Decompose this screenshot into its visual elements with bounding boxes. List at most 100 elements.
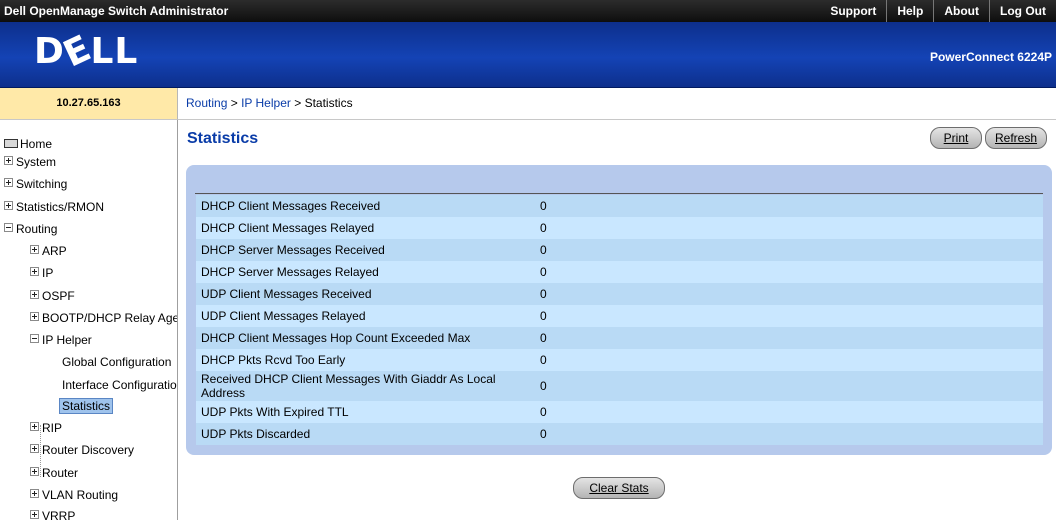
logout-link[interactable]: Log Out [989,0,1056,22]
expand-icon[interactable] [4,156,13,166]
about-link[interactable]: About [933,0,989,22]
table-row: DHCP Server Messages Relayed 0 [196,261,1043,283]
table-row: UDP Client Messages Received 0 [196,283,1043,305]
stat-value: 0 [540,243,547,257]
tree-item-arp[interactable]: ARP [30,241,67,261]
model-name: PowerConnect 6224P [929,50,1052,64]
top-bar: Dell OpenManage Switch Administrator Sup… [0,0,1056,22]
clear-stats-button[interactable]: Clear Stats [573,477,665,499]
help-link[interactable]: Help [886,0,933,22]
support-link[interactable]: Support [820,0,886,22]
tree-label: Switching [16,177,68,191]
expand-icon[interactable] [30,267,39,277]
stat-value: 0 [540,265,547,279]
tree-label: ARP [42,244,67,258]
table-row: DHCP Client Messages Hop Count Exceeded … [196,327,1043,349]
expand-icon[interactable] [4,201,13,211]
expand-icon[interactable] [30,422,39,432]
stat-label: DHCP Client Messages Received [201,199,381,213]
table-row: Received DHCP Client Messages With Giadd… [196,371,1043,401]
table-row: DHCP Client Messages Relayed 0 [196,217,1043,239]
table-row: UDP Client Messages Relayed 0 [196,305,1043,327]
tree-item-ip-helper[interactable]: IP Helper [30,330,92,350]
stat-label: UDP Client Messages Relayed [201,309,366,323]
tree-item-statistics[interactable]: Statistics [59,396,114,416]
tree-label: Statistics [59,398,114,414]
stat-label: DHCP Pkts Rcvd Too Early [201,353,346,367]
stat-value: 0 [540,405,547,419]
stat-value: 0 [540,379,547,393]
tree-label: VRRP [42,509,76,520]
tree-item-home[interactable]: Home [4,134,52,154]
stat-label: DHCP Client Messages Hop Count Exceeded … [201,331,471,345]
stat-value: 0 [540,221,547,235]
tree-label: System [16,155,57,169]
tree-label: BOOTP/DHCP Relay Agent [42,311,178,325]
tree-item-system[interactable]: System [4,152,56,172]
tree-label: RIP [42,421,63,435]
device-ip: 10.27.65.163 [0,88,178,120]
stat-value: 0 [540,309,547,323]
tree-item-vlan-routing[interactable]: VLAN Routing [30,485,118,505]
breadcrumb-ip-helper[interactable]: IP Helper [241,96,291,110]
tree-label: IP [42,266,54,280]
table-row: UDP Pkts Discarded 0 [196,423,1043,445]
refresh-button[interactable]: Refresh [985,127,1047,149]
tree-label: Global Configuration [62,355,172,369]
tree-label: Home [20,137,53,151]
tree-item-ip[interactable]: IP [30,263,53,283]
tree-label: Router [42,466,79,480]
stat-value: 0 [540,331,547,345]
expand-icon[interactable] [30,467,39,477]
expand-icon[interactable] [30,510,39,520]
tree-item-router[interactable]: Router [30,463,78,483]
tree-label: Router Discovery [42,443,135,457]
breadcrumb-separator: > [227,96,242,110]
dell-logo: DELL [34,27,139,76]
top-nav: Support Help About Log Out [820,0,1056,22]
tree-label: Routing [16,222,58,236]
tree-label: IP Helper [42,333,92,347]
stat-label: DHCP Server Messages Received [201,243,385,257]
tree-item-interface-configuration[interactable]: Interface Configuration [62,375,178,395]
expand-icon[interactable] [30,245,39,255]
expand-icon[interactable] [30,290,39,300]
print-button[interactable]: Print [930,127,982,149]
app-title: Dell OpenManage Switch Administrator [4,4,229,18]
tree-item-global-configuration[interactable]: Global Configuration [62,352,171,372]
nav-tree: Home System Switching Statistics/RMON Ro… [0,120,178,520]
tree-label: Statistics/RMON [16,200,105,214]
stat-label: UDP Pkts With Expired TTL [201,405,349,419]
table-divider [195,193,1043,194]
stat-label: UDP Pkts Discarded [201,427,311,441]
stat-value: 0 [540,287,547,301]
home-icon [4,139,18,149]
breadcrumb-current: Statistics [304,96,353,110]
breadcrumb-separator: > [290,96,305,110]
breadcrumb-routing[interactable]: Routing [186,96,227,110]
table-row: DHCP Client Messages Received 0 [196,195,1043,217]
collapse-icon[interactable] [4,223,13,233]
tree-label: Interface Configuration [62,378,178,392]
tree-item-switching[interactable]: Switching [4,174,67,194]
tree-item-ospf[interactable]: OSPF [30,286,75,306]
expand-icon[interactable] [30,312,39,322]
tree-item-statistics-rmon[interactable]: Statistics/RMON [4,197,104,217]
tree-item-rip[interactable]: RIP [30,418,62,438]
tree-label: OSPF [42,289,75,303]
stat-label: DHCP Client Messages Relayed [201,221,375,235]
expand-icon[interactable] [30,444,39,454]
tree-item-router-discovery[interactable]: Router Discovery [30,440,134,460]
page-title: Statistics [187,130,259,147]
tree-label: VLAN Routing [42,488,119,502]
stat-label: DHCP Server Messages Relayed [201,265,379,279]
table-row: DHCP Server Messages Received 0 [196,239,1043,261]
expand-icon[interactable] [30,489,39,499]
stat-value: 0 [540,199,547,213]
breadcrumb: Routing > IP Helper > Statistics [178,88,1056,120]
tree-item-vrrp[interactable]: VRRP [30,506,75,520]
tree-item-bootp-dhcp-relay[interactable]: BOOTP/DHCP Relay Agent [30,308,178,328]
collapse-icon[interactable] [30,334,39,344]
tree-item-routing[interactable]: Routing [4,219,57,239]
expand-icon[interactable] [4,178,13,188]
